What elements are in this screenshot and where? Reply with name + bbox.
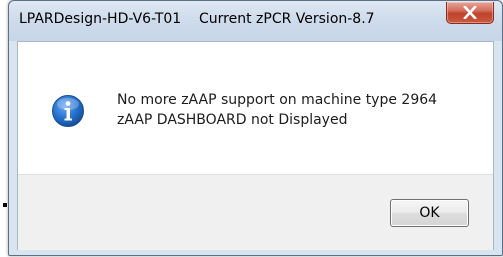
close-button[interactable] xyxy=(446,2,494,24)
window-title: LPARDesign-HD-V6-T01 Current zPCR Versio… xyxy=(19,11,375,27)
edge-artifact xyxy=(3,203,7,207)
info-icon xyxy=(52,95,84,127)
ok-button[interactable]: OK xyxy=(390,199,469,227)
close-icon xyxy=(463,6,477,19)
message-dialog: LPARDesign-HD-V6-T01 Current zPCR Versio… xyxy=(8,0,503,256)
message-text-line-1: No more zAAP support on machine type 296… xyxy=(117,92,438,108)
button-bar: OK xyxy=(18,174,493,250)
title-bar[interactable]: LPARDesign-HD-V6-T01 Current zPCR Versio… xyxy=(9,1,502,41)
message-area: No more zAAP support on machine type 296… xyxy=(18,42,493,174)
message-text-line-2: zAAP DASHBOARD not Displayed xyxy=(117,112,348,128)
dialog-body: No more zAAP support on machine type 296… xyxy=(17,41,494,250)
